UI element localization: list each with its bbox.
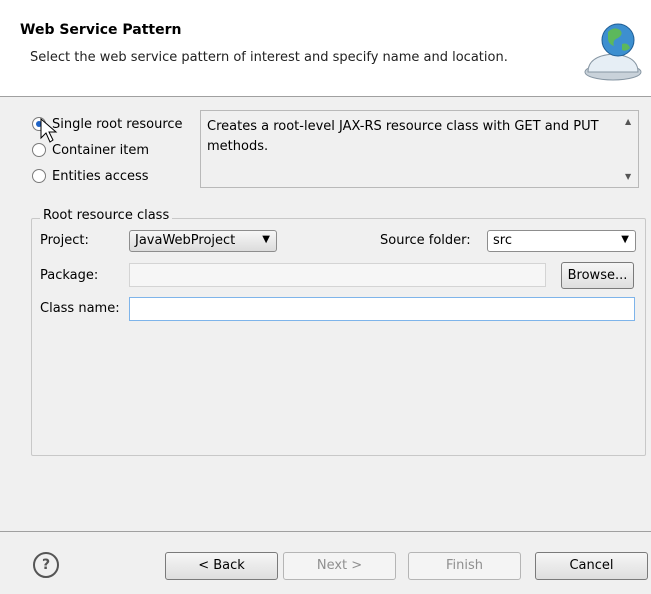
class-name-label: Class name:	[40, 301, 120, 316]
radio-label: Container item	[52, 142, 150, 158]
radio-entities-access[interactable]: Entities access	[32, 166, 149, 186]
help-icon[interactable]: ?	[33, 552, 59, 578]
page-title: Web Service Pattern	[20, 22, 182, 38]
project-value: JavaWebProject	[135, 233, 236, 248]
package-label: Package:	[40, 268, 99, 283]
source-folder-dropdown[interactable]: src ▼	[487, 230, 636, 252]
chevron-down-icon: ▼	[621, 234, 629, 245]
radio-label: Single root resource	[52, 116, 183, 132]
globe-service-bell-icon	[584, 23, 642, 81]
root-resource-group	[31, 218, 646, 456]
radio-indicator[interactable]	[32, 143, 46, 157]
pattern-description-box: Creates a root-level JAX-RS resource cla…	[200, 110, 639, 188]
scroll-down-arrow-icon[interactable]: ▼	[625, 172, 631, 181]
header-separator	[0, 96, 651, 97]
project-label: Project:	[40, 233, 89, 248]
wizard-header: Web Service Pattern Select the web servi…	[0, 0, 651, 96]
chevron-down-icon: ▼	[262, 234, 270, 245]
source-folder-label: Source folder:	[380, 233, 471, 248]
next-button[interactable]: Next >	[283, 552, 396, 580]
scroll-up-arrow-icon[interactable]: ▲	[625, 117, 631, 126]
finish-button[interactable]: Finish	[408, 552, 521, 580]
pattern-description: Creates a root-level JAX-RS resource cla…	[207, 119, 599, 154]
group-label: Root resource class	[40, 208, 173, 223]
mouse-cursor-icon	[40, 118, 58, 143]
package-field[interactable]	[129, 263, 546, 287]
browse-button[interactable]: Browse...	[561, 262, 634, 289]
back-button[interactable]: < Back	[165, 552, 278, 580]
radio-label: Entities access	[52, 168, 149, 184]
page-description: Select the web service pattern of intere…	[30, 50, 508, 65]
description-scrollbar[interactable]: ▲ ▼	[621, 111, 638, 187]
footer-separator	[0, 531, 651, 532]
cancel-button[interactable]: Cancel	[535, 552, 648, 580]
source-folder-value: src	[493, 233, 512, 248]
radio-indicator[interactable]	[32, 169, 46, 183]
project-dropdown[interactable]: JavaWebProject ▼	[129, 230, 277, 252]
class-name-field[interactable]	[129, 297, 635, 321]
